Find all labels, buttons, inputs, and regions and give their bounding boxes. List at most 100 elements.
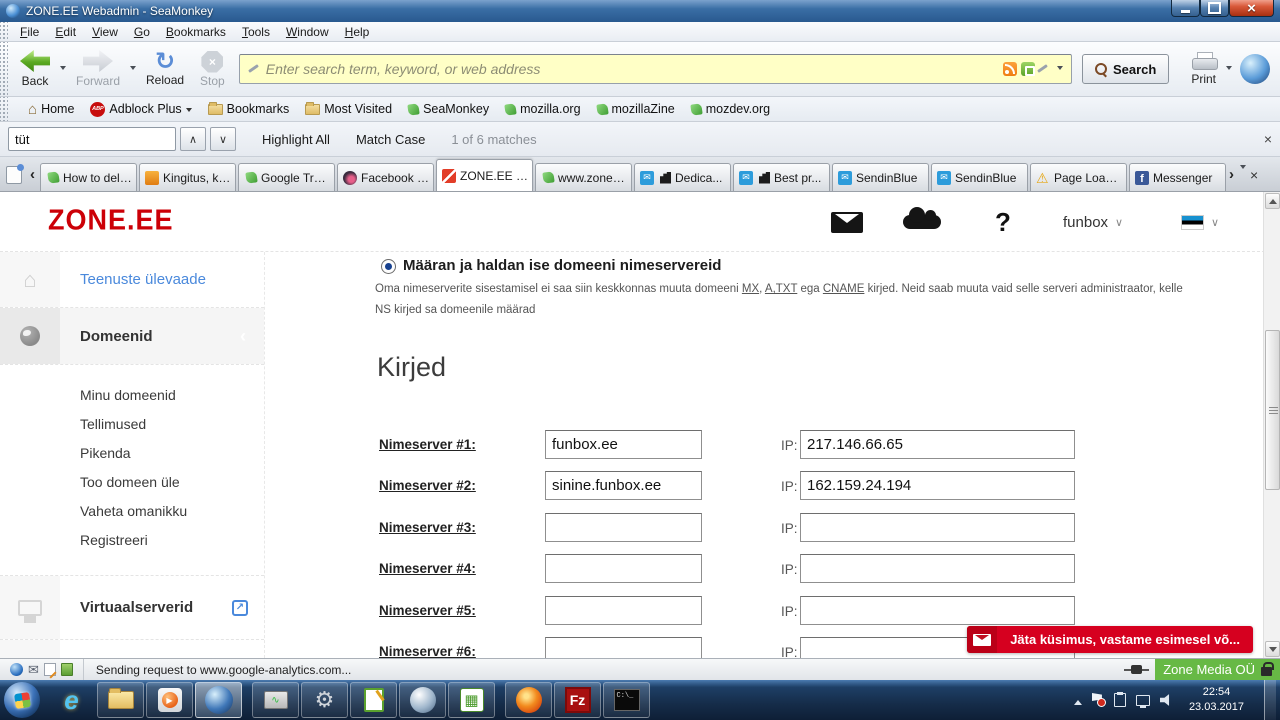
ip-3-input[interactable] — [800, 513, 1075, 542]
network-icon[interactable] — [1135, 694, 1150, 708]
menu-bookmarks[interactable]: Bookmarks — [158, 23, 234, 41]
taskbar-settings[interactable] — [301, 682, 348, 718]
navigator-icon[interactable] — [10, 663, 23, 676]
print-dropdown-arrow[interactable] — [1226, 65, 1232, 73]
bookmark-seamonkey[interactable]: SeaMonkey — [407, 102, 489, 116]
find-close-icon[interactable] — [1264, 131, 1272, 147]
tab-sendinblue-2[interactable]: SendinBlue — [931, 163, 1028, 191]
bookmark-adblock[interactable]: Adblock Plus — [90, 101, 192, 117]
account-menu[interactable]: funbox — [1063, 192, 1123, 252]
scroll-tabs-left-icon[interactable] — [30, 166, 35, 183]
taskbar-clock[interactable]: 22:54 23.03.2017 — [1183, 685, 1250, 716]
menu-help[interactable]: Help — [337, 23, 378, 41]
bookmark-most-visited[interactable]: Most Visited — [305, 101, 392, 116]
tab-facebook[interactable]: Facebook C... — [337, 163, 434, 191]
help-button[interactable]: ? — [995, 192, 1011, 252]
go-icon[interactable] — [1020, 62, 1035, 76]
bookmark-home[interactable]: Home — [28, 101, 74, 118]
tab-google-translate[interactable]: Google Tran... — [238, 163, 335, 191]
webmail-button[interactable] — [831, 192, 863, 252]
taskbar-firefox[interactable] — [505, 682, 552, 718]
menu-tools[interactable]: Tools — [234, 23, 278, 41]
menu-window[interactable]: Window — [278, 23, 337, 41]
tab-best-practices[interactable]: Best pr... — [733, 163, 830, 191]
new-tab-icon[interactable] — [6, 164, 24, 184]
tab-messenger[interactable]: Messenger — [1129, 163, 1226, 191]
language-menu[interactable] — [1181, 192, 1219, 252]
taskbar-internet-explorer[interactable] — [48, 682, 95, 718]
find-input[interactable] — [8, 127, 176, 151]
toolbar-grippy[interactable] — [0, 22, 8, 41]
mail-icon[interactable] — [28, 662, 39, 678]
tab-kingitus[interactable]: Kingitus, kin... — [139, 163, 236, 191]
maximize-button[interactable] — [1200, 0, 1229, 17]
scroll-tabs-right-icon[interactable] — [1229, 166, 1234, 183]
mx-link[interactable]: MX — [742, 283, 759, 295]
radio-own-nameservers[interactable] — [381, 259, 396, 274]
bookmark-mozillazine[interactable]: mozillaZine — [595, 102, 675, 116]
ip-5-input[interactable] — [800, 596, 1075, 625]
taskbar-filezilla[interactable] — [554, 682, 601, 718]
sidebar-item-overview[interactable]: Teenuste ülevaade — [0, 252, 264, 308]
tab-page-load-error[interactable]: Page Load E... — [1030, 163, 1127, 191]
a-txt-link[interactable]: A,TXT — [765, 283, 797, 295]
bookmark-mozilla-org[interactable]: mozilla.org — [504, 102, 581, 116]
page-scrollbar[interactable] — [1263, 192, 1280, 658]
close-tab-icon[interactable] — [1250, 167, 1258, 183]
bookmark-bookmarks[interactable]: Bookmarks — [207, 101, 289, 116]
nameserver-2-input[interactable] — [545, 471, 702, 500]
cname-link[interactable]: CNAME — [823, 283, 865, 295]
find-next-button[interactable] — [210, 127, 236, 151]
tab-how-to-delete[interactable]: How to dele... — [40, 163, 137, 191]
toolbar-grippy[interactable] — [0, 42, 8, 96]
speaker-icon[interactable] — [1159, 694, 1170, 706]
action-center-flag-icon[interactable] — [1092, 693, 1106, 707]
taskbar-sphere-app[interactable] — [399, 682, 446, 718]
stop-button[interactable]: Stop — [192, 49, 233, 90]
site-security-badge[interactable]: Zone Media OÜ — [1155, 658, 1280, 681]
sidebar-overview-label[interactable]: Teenuste ülevaade — [60, 252, 264, 307]
tab-list-dropdown-icon[interactable] — [1240, 164, 1246, 172]
urlbar-dropdown-arrow[interactable] — [1056, 65, 1063, 73]
chat-notification[interactable]: Jäta küsimus, vastame esimesel võ... — [967, 626, 1253, 653]
zone-logo[interactable]: ZONE.EE — [48, 204, 174, 237]
nameserver-3-input[interactable] — [545, 513, 702, 542]
tab-zone-webadmin-active[interactable]: ZONE.EE We... — [436, 159, 533, 191]
tray-expand-icon[interactable] — [1073, 696, 1082, 705]
nameserver-5-input[interactable] — [545, 596, 702, 625]
bookmark-mozdev[interactable]: mozdev.org — [690, 102, 770, 116]
menu-edit[interactable]: Edit — [47, 23, 84, 41]
back-button[interactable]: Back — [12, 48, 58, 90]
edit-bookmark-icon[interactable] — [1035, 62, 1049, 76]
start-button[interactable] — [4, 682, 40, 718]
reload-button[interactable]: Reload — [138, 49, 192, 89]
close-window-button[interactable] — [1229, 0, 1274, 17]
back-history-dropdown[interactable] — [60, 65, 66, 73]
cloud-button[interactable] — [903, 192, 941, 252]
forward-button[interactable]: Forward — [68, 48, 128, 90]
toolbar-grippy[interactable] — [0, 97, 8, 121]
url-search-input[interactable] — [265, 61, 999, 77]
scrollbar-thumb[interactable] — [1265, 330, 1280, 490]
menu-view[interactable]: View — [84, 23, 126, 41]
scroll-down-icon[interactable] — [1265, 641, 1280, 657]
taskbar-explorer[interactable] — [97, 682, 144, 718]
search-button[interactable]: Search — [1081, 54, 1170, 84]
taskbar-seamonkey[interactable] — [195, 682, 242, 718]
minimize-button[interactable] — [1171, 0, 1200, 17]
ip-4-input[interactable] — [800, 554, 1075, 583]
menu-go[interactable]: Go — [126, 23, 158, 41]
nameserver-4-input[interactable] — [545, 554, 702, 583]
taskbar-notepad[interactable] — [350, 682, 397, 718]
find-previous-button[interactable] — [180, 127, 206, 151]
print-button[interactable]: Print — [1183, 50, 1224, 88]
ip-2-input[interactable] — [800, 471, 1075, 500]
sidebar-item-domains[interactable]: Domeenid — [0, 308, 264, 365]
nameserver-1-input[interactable] — [545, 430, 702, 459]
composer-icon[interactable] — [43, 663, 56, 676]
sidebar-item-my-domains[interactable]: Minu domeenid — [80, 387, 264, 403]
tab-sendinblue-1[interactable]: SendinBlue — [832, 163, 929, 191]
highlight-all-button[interactable]: Highlight All — [262, 132, 330, 147]
sidebar-domains-label[interactable]: Domeenid — [60, 308, 264, 364]
clipboard-icon[interactable] — [1113, 692, 1126, 707]
